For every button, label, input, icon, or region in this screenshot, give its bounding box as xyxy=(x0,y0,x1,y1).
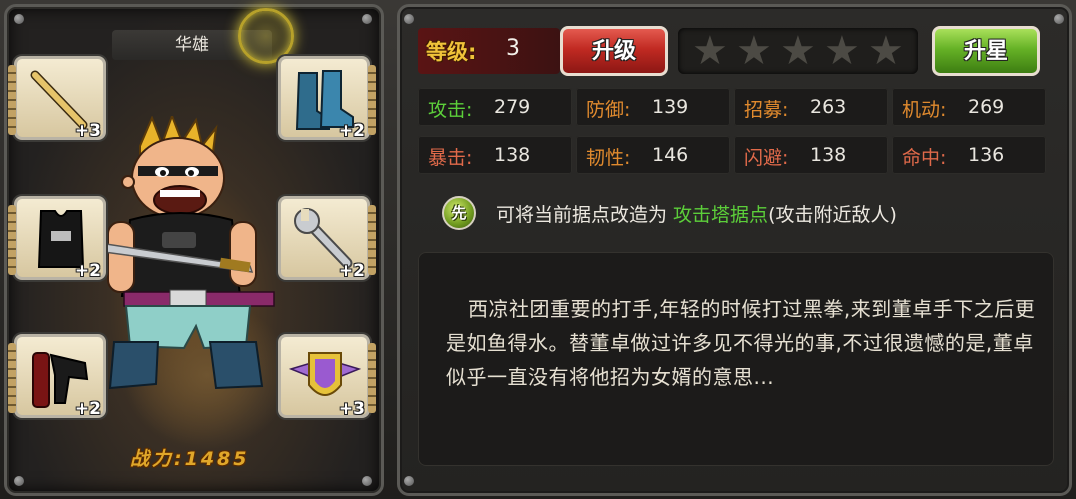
stat-label: 招募: xyxy=(744,99,789,121)
star-icon: ★ xyxy=(824,28,860,74)
upgrade-level-button[interactable]: 升级 xyxy=(560,26,668,76)
skill-suffix: (攻击附近敌人) xyxy=(768,204,897,226)
stat-toughness: 韧性: 146 xyxy=(576,136,730,174)
panel-bolt xyxy=(404,476,414,486)
skill-description: 可将当前据点改造为 攻击塔据点(攻击附近敌人) xyxy=(496,200,897,227)
enhance-level: +2 xyxy=(338,261,365,281)
star-icon: ★ xyxy=(868,28,904,74)
equip-slot-weapon[interactable]: +3 xyxy=(8,56,106,141)
hero-character[interactable] xyxy=(100,116,290,396)
stat-value: 138 xyxy=(810,144,847,166)
stat-value: 139 xyxy=(652,96,689,118)
enhance-level: +3 xyxy=(338,399,365,419)
equip-slot-tool[interactable]: +2 xyxy=(278,196,376,281)
star-icon: ★ xyxy=(692,28,728,74)
stat-mobility: 机动: 269 xyxy=(892,88,1046,126)
star-rating: ★ ★ ★ ★ ★ xyxy=(678,28,918,74)
chain-decoration xyxy=(8,65,16,135)
stat-value: 146 xyxy=(652,144,689,166)
equip-slot-boots[interactable]: +2 xyxy=(278,56,376,141)
star-icon: ★ xyxy=(736,28,772,74)
equip-slot-badge[interactable]: +3 xyxy=(278,334,376,419)
stat-value: 138 xyxy=(494,144,531,166)
stat-recruit: 招募: 263 xyxy=(734,88,888,126)
chain-decoration xyxy=(8,205,16,275)
stat-value: 136 xyxy=(968,144,1005,166)
enhance-level: +2 xyxy=(74,399,101,419)
stat-label: 暴击: xyxy=(428,147,473,169)
skill-highlight: 攻击塔据点 xyxy=(673,204,769,226)
stat-label: 攻击: xyxy=(428,99,473,121)
panel-bolt xyxy=(404,14,414,24)
panel-bolt xyxy=(362,14,372,24)
hero-bio: 西凉社团重要的打手,年轻的时候打过黑拳,来到董卓手下之后更是如鱼得水。替董卓做过… xyxy=(446,297,1036,389)
chain-decoration xyxy=(368,65,376,135)
level-label: 等级: xyxy=(426,40,477,64)
stat-label: 防御: xyxy=(586,99,631,121)
chain-decoration xyxy=(368,343,376,413)
enhance-level: +2 xyxy=(338,121,365,141)
enhance-level: +2 xyxy=(74,261,101,281)
hero-detail-screen: 华雄 +3 +2 +2 +2 +2 +3 战力:1485 等级: 3 升级 ★ … xyxy=(0,0,1076,499)
panel-bolt xyxy=(14,14,24,24)
star-icon: ★ xyxy=(780,28,816,74)
panel-bolt xyxy=(14,476,24,486)
combat-power: 战力:1485 xyxy=(130,448,250,470)
equip-slot-armor[interactable]: +2 xyxy=(8,196,106,281)
stat-defense: 防御: 139 xyxy=(576,88,730,126)
panel-bolt xyxy=(362,476,372,486)
stat-value: 263 xyxy=(810,96,847,118)
skill-prefix: 可将当前据点改造为 xyxy=(496,204,674,226)
upgrade-star-button[interactable]: 升星 xyxy=(932,26,1040,76)
skill-icon[interactable]: 先 xyxy=(442,196,476,230)
panel-bolt xyxy=(1054,14,1064,24)
stat-value: 269 xyxy=(968,96,1005,118)
stat-accuracy: 命中: 136 xyxy=(892,136,1046,174)
stat-label: 韧性: xyxy=(586,147,631,169)
stat-label: 闪避: xyxy=(744,147,789,169)
enhance-level: +3 xyxy=(74,121,101,141)
stat-critical: 暴击: 138 xyxy=(418,136,572,174)
stat-attack: 攻击: 279 xyxy=(418,88,572,126)
stat-label: 机动: xyxy=(902,99,947,121)
stat-value: 279 xyxy=(494,96,531,118)
stat-dodge: 闪避: 138 xyxy=(734,136,888,174)
chain-decoration xyxy=(8,343,16,413)
stat-label: 命中: xyxy=(902,147,947,169)
equip-slot-item[interactable]: +2 xyxy=(8,334,106,419)
level-value: 3 xyxy=(506,36,520,61)
chain-decoration xyxy=(368,205,376,275)
